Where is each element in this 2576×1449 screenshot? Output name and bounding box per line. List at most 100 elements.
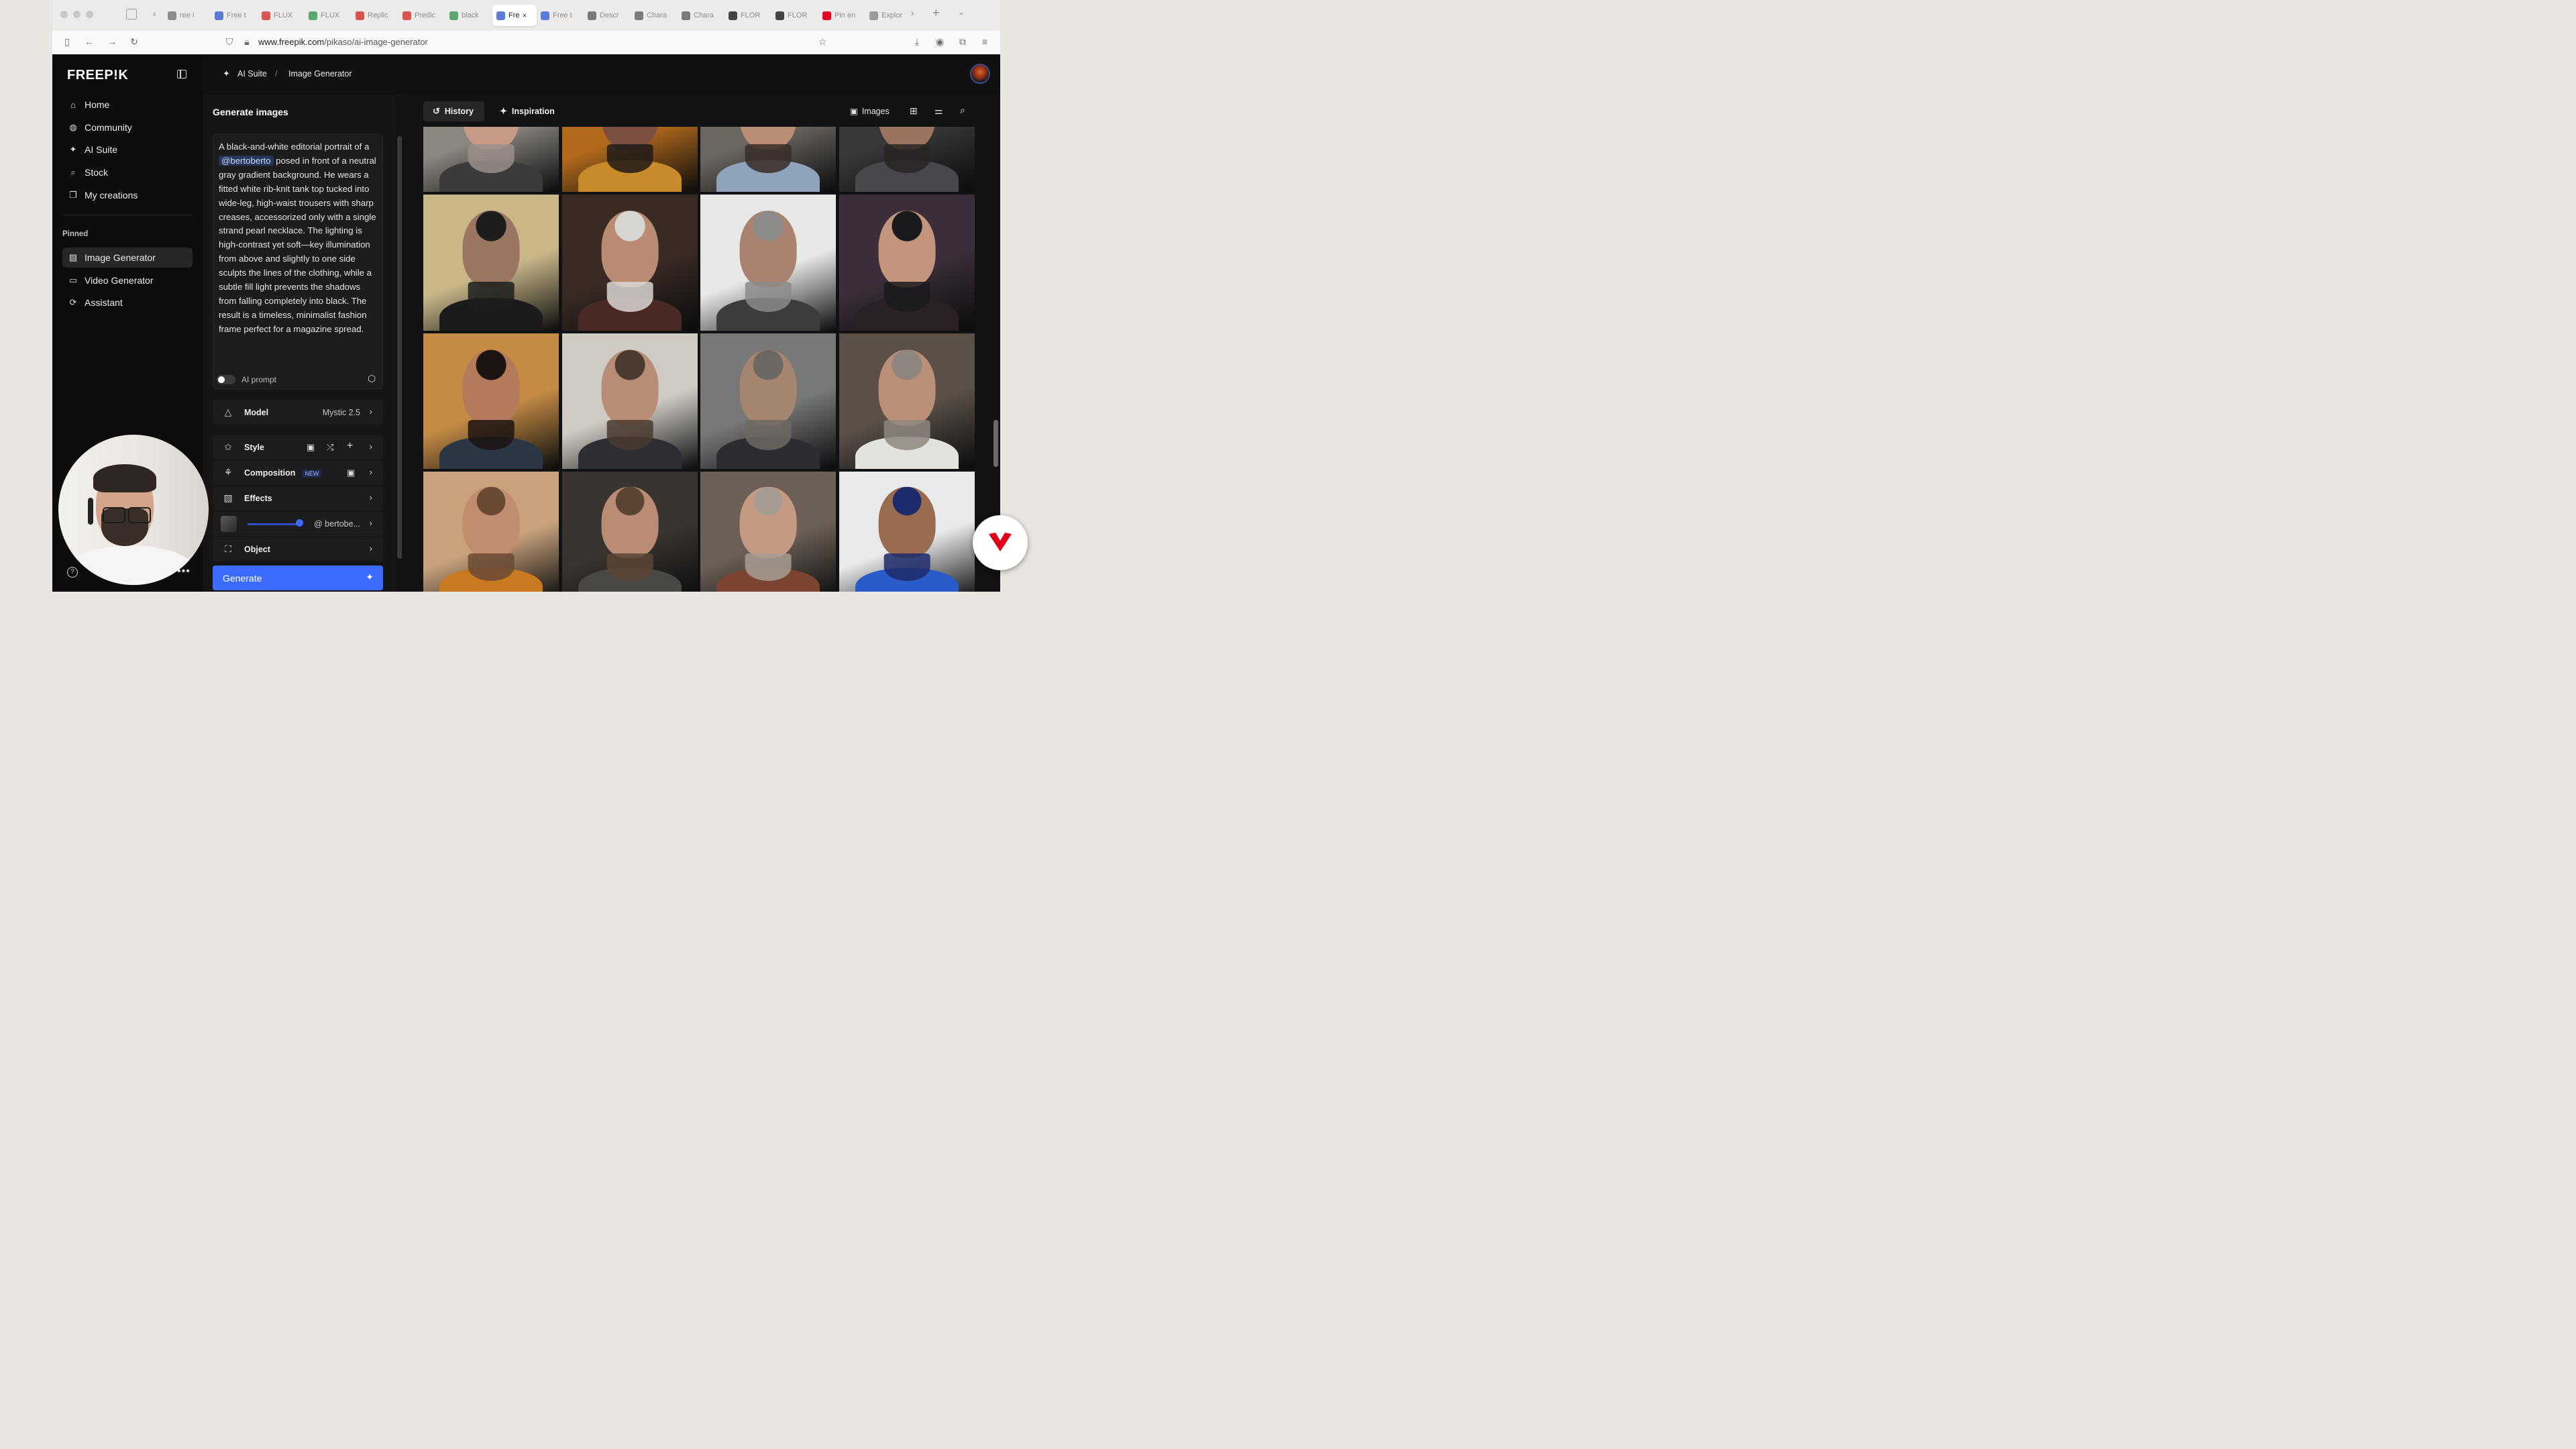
character-row[interactable]: @ bertobe... › — [213, 512, 383, 536]
generated-image-tile[interactable] — [700, 127, 836, 192]
effects-label: Effects — [244, 494, 272, 503]
generated-image-tile[interactable] — [562, 333, 698, 469]
composition-row[interactable]: ⚘ Composition NEW ▣ › — [213, 461, 383, 485]
sidebar-item-home[interactable]: ⌂ Home — [62, 95, 193, 115]
tab-list-chevron-icon[interactable]: ⌄ — [958, 7, 965, 17]
sidebar-item-community[interactable]: ◍ Community — [62, 117, 193, 138]
generate-button[interactable]: Generate ✦ — [213, 566, 383, 590]
profile-icon[interactable]: ◉ — [934, 36, 946, 48]
object-row[interactable]: ⛶ Object › — [213, 537, 383, 561]
character-strength-slider[interactable] — [248, 523, 300, 525]
sidebar-item-image-generator[interactable]: ▨ Image Generator — [62, 248, 193, 268]
effects-row[interactable]: ▨ Effects › — [213, 486, 383, 511]
prompt-box[interactable]: A black-and-white editorial portrait of … — [213, 134, 383, 389]
browser-tab[interactable]: Fre × — [492, 5, 537, 26]
gallery-scrollbar[interactable] — [994, 420, 998, 467]
sidebar-item-video-generator[interactable]: ▭ Video Generator — [62, 270, 193, 290]
browser-tab[interactable]: FLOR — [724, 5, 771, 26]
lock-icon[interactable]: 🔒︎ — [241, 36, 253, 48]
style-row[interactable]: ✩ Style ▣ ⤮ + › — [213, 435, 383, 460]
generated-image-tile[interactable] — [423, 195, 559, 331]
prompt-textarea[interactable]: A black-and-white editorial portrait of … — [219, 140, 380, 337]
browser-tab[interactable]: FLOR — [771, 5, 818, 26]
search-icon[interactable]: ⌕ — [960, 105, 965, 116]
browser-tab[interactable]: Pin en — [818, 5, 865, 26]
browser-tab[interactable]: Free t — [537, 5, 584, 26]
collapse-sidebar-icon[interactable] — [177, 70, 186, 78]
new-tab-icon[interactable]: + — [932, 6, 940, 20]
globe-icon: ◍ — [69, 121, 77, 132]
browser-tab[interactable]: Descr — [584, 5, 631, 26]
browser-tab[interactable]: FLUX — [305, 5, 352, 26]
downloads-icon[interactable]: ⤓ — [911, 36, 923, 48]
browser-tab[interactable]: FLUX — [258, 5, 305, 26]
tabs-scroll-left-icon[interactable]: ‹ — [153, 8, 156, 19]
tab-overview-icon[interactable] — [126, 9, 137, 19]
generated-image-tile[interactable] — [562, 127, 698, 192]
add-style-icon[interactable]: + — [347, 440, 353, 452]
user-avatar[interactable] — [970, 64, 990, 84]
shield-icon[interactable]: ⛉ — [223, 36, 235, 48]
browser-tab[interactable]: Replic — [352, 5, 398, 26]
grid-view-icon[interactable]: ⊞ — [910, 105, 918, 117]
composition-gallery-icon[interactable]: ▣ — [347, 468, 355, 478]
browser-tab[interactable]: Explor — [865, 5, 912, 26]
sparkles-icon: ✦ — [500, 106, 507, 116]
character-mention[interactable]: @bertoberto — [219, 155, 274, 166]
bookmark-star-icon[interactable]: ☆ — [816, 36, 828, 48]
ai-prompt-toggle[interactable] — [217, 375, 235, 384]
generated-image-tile[interactable] — [423, 127, 559, 192]
extensions-icon[interactable]: ⧉ — [957, 36, 969, 48]
freepik-logo[interactable]: FREEP!K — [67, 68, 128, 83]
generated-image-tile[interactable] — [839, 195, 975, 331]
generated-image-tile[interactable] — [839, 127, 975, 192]
tab-label: FLUX — [274, 11, 293, 19]
menu-icon[interactable]: ≡ — [979, 36, 991, 47]
sidebar-item-stock[interactable]: ⌕ Stock — [62, 162, 193, 182]
tab-inspiration[interactable]: ✦ Inspiration — [490, 101, 557, 121]
portrait-beard — [468, 420, 515, 450]
generated-image-tile[interactable] — [700, 195, 836, 331]
breadcrumb-ai-suite[interactable]: AI Suite — [237, 69, 267, 78]
browser-tab[interactable]: ree i — [164, 5, 211, 26]
window-zoom-dot[interactable] — [86, 11, 93, 18]
sidebar-item-assistant[interactable]: ⟳ Assistant — [62, 292, 193, 313]
generated-image-tile[interactable] — [700, 472, 836, 592]
style-gallery-icon[interactable]: ▣ — [307, 442, 315, 453]
filter-sliders-icon[interactable]: ⚌ — [934, 105, 943, 117]
url-field[interactable]: www.freepik.com/pikaso/ai-image-generato… — [258, 37, 428, 47]
browser-tab[interactable]: Predic — [398, 5, 445, 26]
url-domain: www.freepik.com — [258, 37, 325, 47]
generated-image-tile[interactable] — [839, 472, 975, 592]
sidebar-item-ai-suite[interactable]: ✦ AI Suite — [62, 140, 193, 160]
chevron-right-icon: › — [369, 467, 372, 477]
browser-tab[interactable]: black — [445, 5, 492, 26]
cube-icon[interactable]: ⬡ — [368, 373, 376, 384]
tab-history[interactable]: ↺ History — [423, 101, 484, 121]
forward-icon[interactable]: → — [106, 36, 118, 47]
browser-tab[interactable]: Chara — [631, 5, 678, 26]
openai-icon — [588, 11, 596, 20]
portrait-face — [462, 486, 520, 559]
tab-inspiration-label: Inspiration — [511, 107, 555, 116]
generated-image-tile[interactable] — [562, 195, 698, 331]
model-selector[interactable]: △ Model Mystic 2.5 › — [213, 400, 383, 425]
window-close-dot[interactable] — [60, 11, 68, 18]
browser-tab[interactable]: Free t — [211, 5, 258, 26]
browser-tab[interactable]: Chara — [678, 5, 724, 26]
window-minimize-dot[interactable] — [73, 11, 80, 18]
generated-image-tile[interactable] — [562, 472, 698, 592]
reload-icon[interactable]: ↻ — [128, 36, 140, 48]
generated-image-tile[interactable] — [423, 472, 559, 592]
images-filter[interactable]: ▣ Images — [850, 106, 890, 116]
back-icon[interactable]: ← — [83, 36, 95, 47]
sidebar-item-my-creations[interactable]: ❐ My creations — [62, 185, 193, 205]
tabs-scroll-right-icon[interactable]: › — [911, 7, 914, 18]
shuffle-icon[interactable]: ⤮ — [327, 442, 333, 453]
sidebar-panel-icon[interactable]: ▯ — [61, 36, 73, 48]
slider-handle[interactable] — [296, 519, 303, 527]
generated-image-tile[interactable] — [423, 333, 559, 469]
close-tab-icon[interactable]: × — [523, 11, 527, 20]
generated-image-tile[interactable] — [839, 333, 975, 469]
generated-image-tile[interactable] — [700, 333, 836, 469]
